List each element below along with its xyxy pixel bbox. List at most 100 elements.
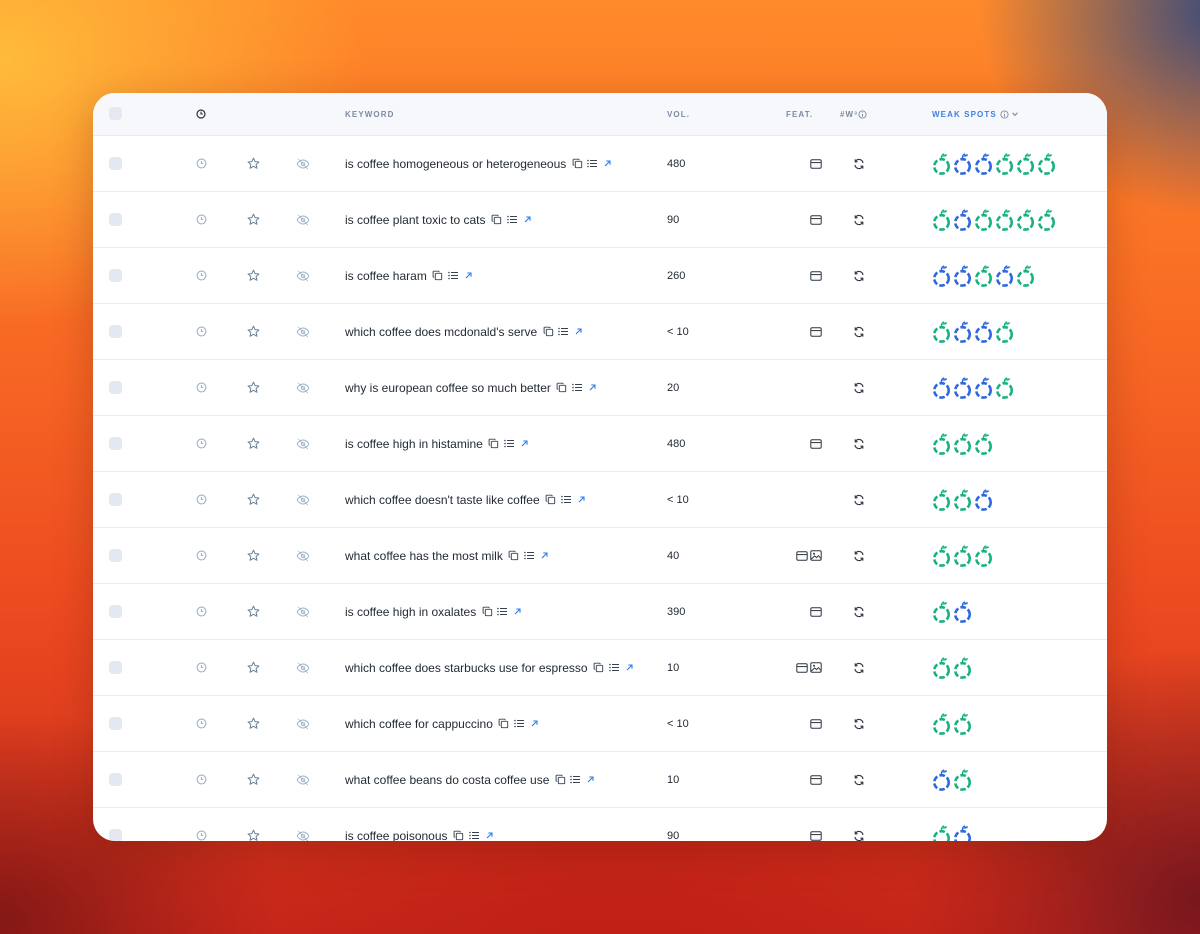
table-row[interactable]: which coffee does mcdonald's serve < 10 (93, 304, 1107, 360)
list-icon[interactable] (557, 325, 570, 339)
weak-spot-blue-icon[interactable] (932, 264, 951, 287)
star-icon[interactable] (246, 381, 260, 395)
weak-spot-green-icon[interactable] (932, 208, 951, 231)
star-icon[interactable] (246, 605, 260, 619)
weak-spots-column-header[interactable]: WEAK SPOTS (932, 93, 1020, 135)
row-checkbox[interactable] (109, 325, 122, 338)
external-link-arrow-icon[interactable] (484, 829, 495, 842)
eye-off-icon[interactable] (296, 605, 310, 619)
copy-icon[interactable] (498, 717, 510, 731)
refresh-icon[interactable] (852, 325, 866, 339)
list-icon[interactable] (571, 381, 584, 395)
eye-off-icon[interactable] (296, 717, 310, 731)
weak-spot-green-icon[interactable] (932, 432, 951, 455)
eye-off-icon[interactable] (296, 325, 310, 339)
list-icon[interactable] (569, 773, 582, 787)
keyword-text[interactable]: which coffee does starbucks use for espr… (345, 661, 588, 675)
keyword-column-header[interactable]: KEYWORD (345, 93, 394, 135)
row-checkbox[interactable] (109, 829, 122, 841)
weak-spot-green-icon[interactable] (1016, 152, 1035, 175)
keyword-text[interactable]: which coffee does mcdonald's serve (345, 325, 537, 339)
table-row[interactable]: is coffee homogeneous or heterogeneous 4… (93, 136, 1107, 192)
refresh-icon[interactable] (852, 661, 866, 675)
refresh-icon[interactable] (852, 605, 866, 619)
external-link-arrow-icon[interactable] (585, 773, 596, 787)
list-icon[interactable] (523, 549, 536, 563)
external-link-arrow-icon[interactable] (512, 605, 523, 619)
list-icon[interactable] (506, 213, 519, 227)
weak-spot-green-icon[interactable] (953, 712, 972, 735)
weak-spot-blue-icon[interactable] (953, 824, 972, 841)
star-icon[interactable] (246, 269, 260, 283)
weak-spot-green-icon[interactable] (1016, 264, 1035, 287)
weak-spot-green-icon[interactable] (995, 376, 1014, 399)
weak-spot-green-icon[interactable] (995, 152, 1014, 175)
list-icon[interactable] (513, 717, 526, 731)
weak-spot-green-icon[interactable] (1037, 208, 1056, 231)
external-link-arrow-icon[interactable] (463, 269, 474, 283)
weak-spot-blue-icon[interactable] (995, 264, 1014, 287)
table-row[interactable]: why is european coffee so much better 20 (93, 360, 1107, 416)
weak-spot-green-icon[interactable] (932, 712, 951, 735)
table-row[interactable]: is coffee poisonous 90 (93, 808, 1107, 841)
row-checkbox[interactable] (109, 605, 122, 618)
history-icon[interactable] (194, 661, 208, 675)
eye-off-icon[interactable] (296, 661, 310, 675)
copy-icon[interactable] (593, 661, 605, 675)
refresh-icon[interactable] (852, 717, 866, 731)
chevron-down-icon[interactable] (1010, 107, 1020, 121)
keyword-text[interactable]: what coffee beans do costa coffee use (345, 773, 549, 787)
keyword-text[interactable]: which coffee for cappuccino (345, 717, 493, 731)
weak-spot-blue-icon[interactable] (932, 376, 951, 399)
history-icon[interactable] (194, 717, 208, 731)
external-link-arrow-icon[interactable] (624, 661, 635, 675)
row-checkbox[interactable] (109, 157, 122, 170)
keyword-text[interactable]: is coffee poisonous (345, 829, 448, 842)
external-link-arrow-icon[interactable] (576, 493, 587, 507)
history-icon[interactable] (194, 549, 208, 563)
eye-off-icon[interactable] (296, 493, 310, 507)
refresh-icon[interactable] (852, 493, 866, 507)
weak-spot-green-icon[interactable] (974, 264, 993, 287)
eye-off-icon[interactable] (296, 381, 310, 395)
copy-icon[interactable] (542, 325, 554, 339)
weak-spot-green-icon[interactable] (995, 320, 1014, 343)
weak-spot-blue-icon[interactable] (953, 320, 972, 343)
external-link-arrow-icon[interactable] (573, 325, 584, 339)
weak-spot-blue-icon[interactable] (932, 768, 951, 791)
weak-spot-green-icon[interactable] (1016, 208, 1035, 231)
copy-icon[interactable] (545, 493, 557, 507)
list-icon[interactable] (560, 493, 573, 507)
weak-spot-green-icon[interactable] (932, 544, 951, 567)
eye-off-icon[interactable] (296, 773, 310, 787)
weak-spot-green-icon[interactable] (932, 488, 951, 511)
row-checkbox[interactable] (109, 773, 122, 786)
weak-spot-green-icon[interactable] (974, 208, 993, 231)
eye-off-icon[interactable] (296, 157, 310, 171)
history-icon[interactable] (194, 325, 208, 339)
weak-spot-blue-icon[interactable] (953, 208, 972, 231)
row-checkbox[interactable] (109, 717, 122, 730)
table-row[interactable]: is coffee plant toxic to cats 90 (93, 192, 1107, 248)
features-column-header[interactable]: FEAT. (786, 93, 813, 135)
keyword-text[interactable]: which coffee doesn't taste like coffee (345, 493, 540, 507)
row-checkbox[interactable] (109, 437, 122, 450)
weak-spot-green-icon[interactable] (932, 656, 951, 679)
weak-spot-blue-icon[interactable] (974, 376, 993, 399)
keyword-text[interactable]: is coffee haram (345, 269, 427, 283)
list-icon[interactable] (447, 269, 460, 283)
star-icon[interactable] (246, 213, 260, 227)
refresh-icon[interactable] (852, 549, 866, 563)
table-row[interactable]: is coffee haram 260 (93, 248, 1107, 304)
row-checkbox[interactable] (109, 213, 122, 226)
copy-icon[interactable] (571, 157, 583, 171)
row-checkbox[interactable] (109, 493, 122, 506)
eye-off-icon[interactable] (296, 437, 310, 451)
row-checkbox[interactable] (109, 381, 122, 394)
history-icon[interactable] (194, 381, 208, 395)
table-row[interactable]: which coffee does starbucks use for espr… (93, 640, 1107, 696)
star-icon[interactable] (246, 829, 260, 842)
history-icon[interactable] (194, 269, 208, 283)
star-icon[interactable] (246, 157, 260, 171)
weak-spot-green-icon[interactable] (953, 544, 972, 567)
